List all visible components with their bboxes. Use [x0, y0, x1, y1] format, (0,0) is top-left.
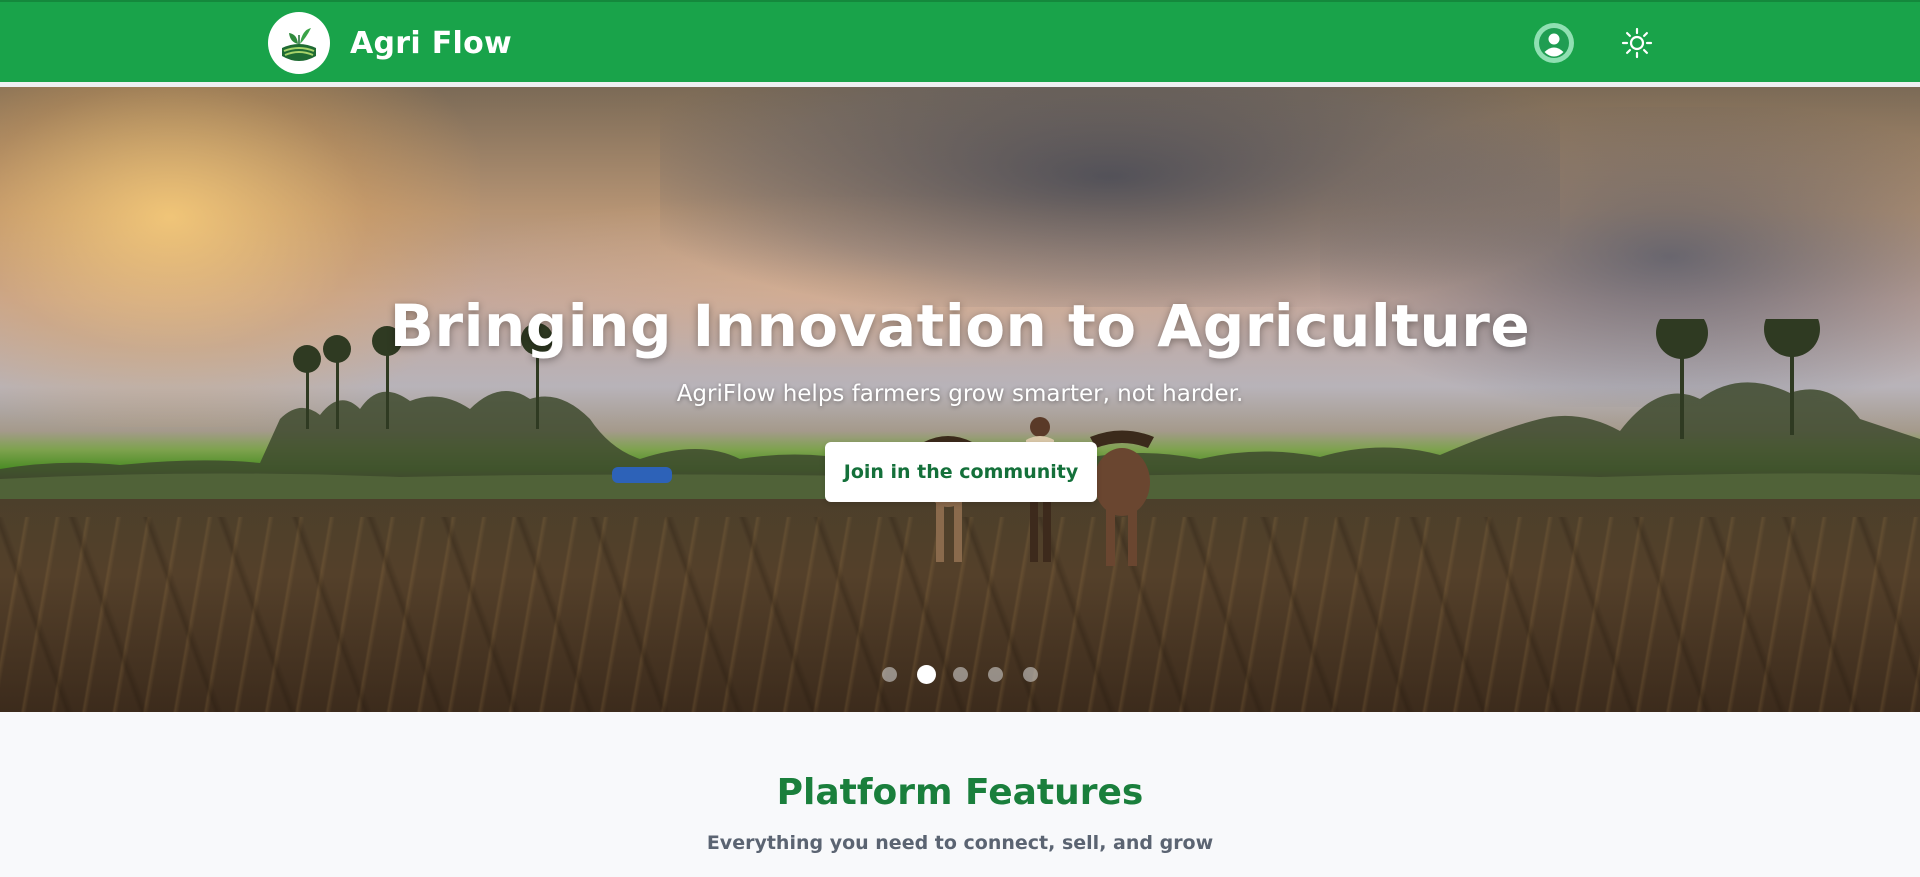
hero-carousel: Bringing Innovation to Agriculture AgriF…	[0, 87, 1920, 712]
hero-title: Bringing Innovation to Agriculture	[389, 292, 1531, 360]
features-subheading: Everything you need to connect, sell, an…	[706, 832, 1214, 854]
hero-subtitle: AgriFlow helps farmers grow smarter, not…	[676, 381, 1244, 407]
user-account-button[interactable]	[1534, 23, 1574, 63]
theme-toggle-button[interactable]	[1618, 24, 1656, 62]
brand-group[interactable]: Agri Flow	[268, 12, 512, 74]
top-navbar: Agri Flow	[0, 0, 1920, 84]
carousel-dot-3[interactable]	[953, 667, 968, 682]
brand-name[interactable]: Agri Flow	[350, 26, 512, 61]
carousel-dot-1[interactable]	[882, 667, 897, 682]
features-heading: Platform Features	[776, 772, 1144, 813]
join-community-button[interactable]: Join in the community	[825, 442, 1097, 502]
carousel-indicators	[882, 665, 1058, 684]
sun-icon	[1621, 27, 1653, 59]
carousel-dot-5[interactable]	[1023, 667, 1038, 682]
carousel-dot-2[interactable]	[917, 665, 936, 684]
nav-actions	[1534, 23, 1656, 63]
user-circle-icon	[1539, 28, 1569, 58]
leaf-field-logo-icon[interactable]	[268, 12, 330, 74]
carousel-dot-4[interactable]	[988, 667, 1003, 682]
